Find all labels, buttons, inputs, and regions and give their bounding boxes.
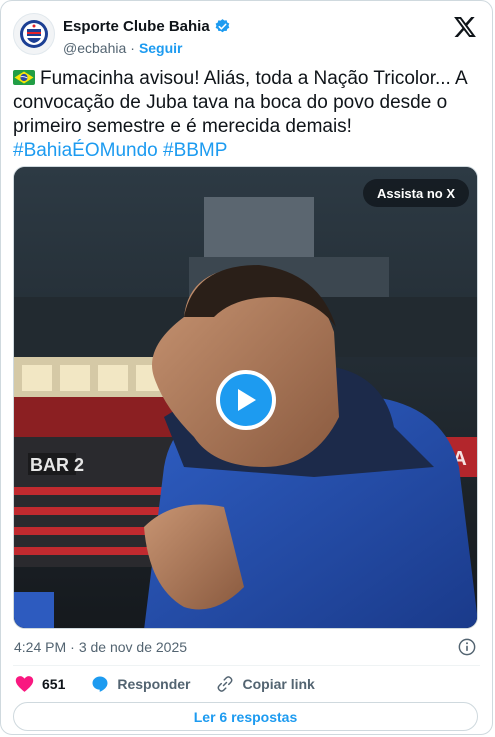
verified-badge-icon — [215, 19, 230, 33]
tweet-text: Fumacinha avisou! Aliás, toda a Nação Tr… — [13, 67, 481, 163]
copy-link-button[interactable]: Copiar link — [216, 675, 315, 693]
like-button[interactable]: 651 — [15, 675, 65, 693]
author-handle[interactable]: @ecbahia — [63, 40, 126, 56]
tweet-timestamp[interactable]: 4:24 PM · 3 de nov de 2025 — [14, 639, 187, 655]
info-icon[interactable] — [458, 638, 476, 656]
bahia-crest-icon — [20, 20, 48, 48]
scoreboard-text: BAR 2 — [30, 455, 84, 475]
brazil-flag-icon — [13, 70, 35, 85]
copy-link-label: Copiar link — [242, 676, 315, 692]
x-logo-icon[interactable] — [454, 17, 476, 37]
tweet-date: 3 de nov de 2025 — [78, 639, 188, 655]
play-icon — [238, 389, 256, 411]
tweet-card: Esporte Clube Bahia @ecbahia · Seguir Fu… — [0, 0, 493, 735]
link-icon — [217, 676, 233, 692]
heart-icon — [15, 676, 34, 692]
play-button[interactable] — [216, 370, 276, 430]
watch-on-x-button[interactable]: Assista no X — [362, 179, 469, 207]
follow-button[interactable]: Seguir — [139, 40, 183, 56]
read-replies-button[interactable]: Ler 6 respostas — [13, 702, 478, 731]
tweet-body-text: Fumacinha avisou! Aliás, toda a Nação Tr… — [13, 68, 467, 137]
timestamp-separator: · — [70, 639, 75, 655]
handle-separator: · — [130, 40, 135, 56]
avatar[interactable] — [13, 13, 55, 55]
divider — [13, 665, 480, 666]
hashtag-bbmp[interactable]: #BBMP — [163, 140, 227, 161]
tweet-actions: 651 Responder Copiar link — [15, 674, 341, 694]
author-display-name[interactable]: Esporte Clube Bahia — [63, 18, 210, 35]
tweet-time: 4:24 PM — [14, 639, 67, 655]
reply-button[interactable]: Responder — [91, 675, 190, 693]
reply-icon — [92, 676, 108, 692]
author-handle-row: @ecbahia · Seguir — [63, 40, 183, 56]
hashtag-bahia-e-o-mundo[interactable]: #BahiaÉOMundo — [13, 140, 158, 161]
video-player[interactable]: ARCA BAR 2 Assista no X — [13, 166, 478, 629]
author-name-row[interactable]: Esporte Clube Bahia — [63, 18, 231, 35]
tweet-header: Esporte Clube Bahia @ecbahia · Seguir — [13, 13, 480, 57]
like-count: 651 — [42, 676, 66, 692]
reply-label: Responder — [117, 676, 191, 692]
